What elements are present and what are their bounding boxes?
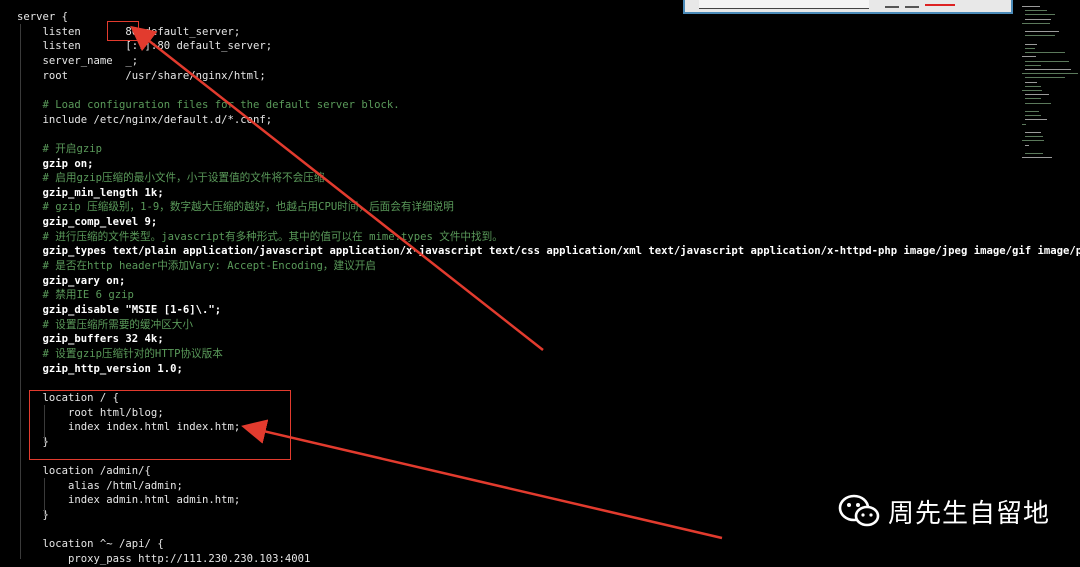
annotation-arrows	[130, 25, 723, 540]
arrow-to-location	[241, 419, 723, 540]
wechat-icon	[838, 494, 880, 527]
watermark: 周先生自留地	[838, 491, 1050, 531]
watermark-text: 周先生自留地	[888, 498, 1051, 529]
arrow-to-port	[130, 25, 544, 351]
